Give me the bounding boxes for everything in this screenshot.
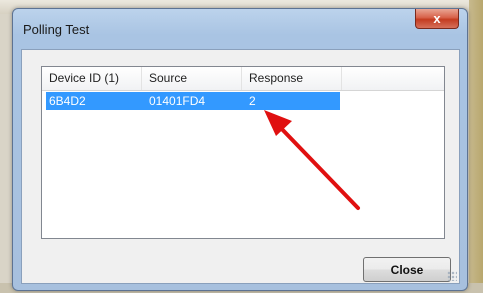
cell-device-id: 6B4D2 (49, 94, 86, 108)
close-button[interactable]: Close (363, 257, 451, 282)
table-row[interactable]: 6B4D2 01401FD4 2 (46, 92, 340, 110)
device-list-view[interactable]: Device ID (1) Source Response 6B4D2 0140… (41, 66, 445, 239)
cell-source: 01401FD4 (149, 94, 206, 108)
window-title: Polling Test (23, 22, 90, 37)
column-header-device-id[interactable]: Device ID (1) (42, 67, 142, 90)
column-header-blank (342, 67, 444, 90)
cell-response: 2 (249, 94, 256, 108)
column-header-response[interactable]: Response (242, 67, 342, 90)
window-close-button[interactable]: x (415, 9, 459, 29)
dialog-client-area: Device ID (1) Source Response 6B4D2 0140… (21, 49, 460, 284)
resize-grip[interactable] (447, 271, 457, 281)
column-header-source[interactable]: Source (142, 67, 242, 90)
list-header: Device ID (1) Source Response (42, 67, 444, 91)
background-panel (469, 0, 483, 293)
polling-test-dialog: Polling Test x Device ID (1) Source Resp… (12, 8, 468, 291)
